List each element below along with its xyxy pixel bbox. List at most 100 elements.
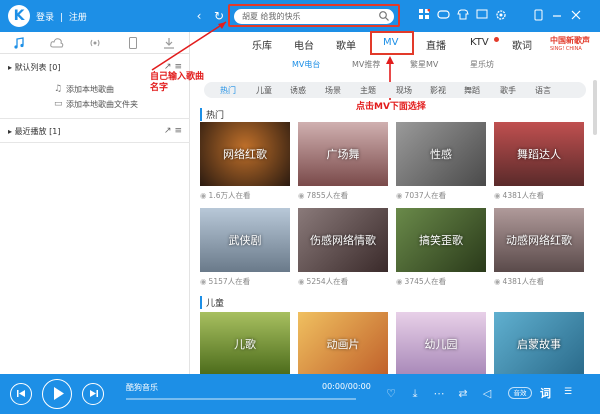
mv-thumbnail[interactable]: 动感网络红歌 xyxy=(494,208,584,272)
tab-lyrics[interactable]: 歌词 xyxy=(512,37,532,52)
mv-card[interactable]: 搞笑歪歌 ◉ 3745人在看 xyxy=(396,208,486,287)
eye-icon: ◉ xyxy=(396,191,403,200)
mv-card[interactable]: 广场舞 ◉ 7855人在看 xyxy=(298,122,388,201)
player-bar: 酷狗音乐 00:00/00:00 ♡ ⤓ ⋯ ⇄ ◁ 音效 词 ☰ xyxy=(0,374,600,414)
recent-play-header[interactable]: ▸ 最近播放 [1] ↗ ≡ xyxy=(0,124,190,140)
category-kids[interactable]: 儿童 xyxy=(256,85,272,96)
category-language[interactable]: 语言 xyxy=(535,85,551,96)
music-note-icon[interactable] xyxy=(12,37,26,51)
viewer-count: ◉ 1.6万人在看 xyxy=(200,191,251,200)
mv-card[interactable]: 动画片 xyxy=(298,312,388,376)
mv-thumbnail[interactable]: 启蒙故事 xyxy=(494,312,584,376)
subtab-mv-radio[interactable]: MV电台 xyxy=(292,59,320,70)
search-input[interactable]: 胡夏 给我的快乐 xyxy=(234,9,394,24)
mv-card[interactable]: 启蒙故事 xyxy=(494,312,584,376)
category-seductive[interactable]: 诱惑 xyxy=(290,85,306,96)
skin-icon[interactable] xyxy=(456,9,469,22)
subtab-xinglefang[interactable]: 星乐坊 xyxy=(470,59,494,70)
mv-card[interactable]: 动感网络红歌 ◉ 4381人在看 xyxy=(494,208,584,287)
tab-playlist[interactable]: 歌单 xyxy=(336,37,356,52)
divider xyxy=(0,142,190,143)
tab-ktv[interactable]: KTV xyxy=(470,37,489,48)
divider xyxy=(0,118,190,119)
category-singer[interactable]: 歌手 xyxy=(500,85,516,96)
download-icon[interactable]: ⤓ xyxy=(408,387,422,401)
playlist-icon[interactable]: ☰ xyxy=(564,387,572,397)
progress-bar[interactable] xyxy=(126,398,356,400)
kugou-logo[interactable]: K xyxy=(8,5,30,27)
mv-thumbnail[interactable]: 儿歌 xyxy=(200,312,290,376)
mv-card[interactable]: 武侠剧 ◉ 5157人在看 xyxy=(200,208,290,287)
next-track-button[interactable] xyxy=(82,383,104,405)
subtab-fanxing-mv[interactable]: 繁星MV xyxy=(410,59,438,70)
tab-mv[interactable]: MV xyxy=(383,37,398,48)
mv-card[interactable]: 舞蹈达人 ◉ 4381人在看 xyxy=(494,122,584,201)
window-controls xyxy=(532,9,582,25)
search-icon[interactable] xyxy=(378,10,390,22)
scrollbar[interactable] xyxy=(593,80,597,135)
category-theme[interactable]: 主题 xyxy=(360,85,376,96)
mv-thumbnail[interactable]: 伤感网络情歌 xyxy=(298,208,388,272)
radio-icon[interactable] xyxy=(88,37,102,51)
category-film[interactable]: 影视 xyxy=(430,85,446,96)
settings-icon[interactable] xyxy=(494,9,507,22)
share-icon[interactable]: ↗ xyxy=(164,126,172,136)
lyrics-toggle-button[interactable]: 词 xyxy=(540,385,551,401)
subtab-mv-recommend[interactable]: MV推荐 xyxy=(352,59,380,70)
mv-thumbnail[interactable]: 网络红歌 xyxy=(200,122,290,186)
mv-card-label: 启蒙故事 xyxy=(517,338,561,351)
mv-thumbnail[interactable]: 幼儿园 xyxy=(396,312,486,376)
eye-icon: ◉ xyxy=(494,191,501,200)
mv-thumbnail[interactable]: 广场舞 xyxy=(298,122,388,186)
eye-icon: ◉ xyxy=(298,191,305,200)
apps-icon[interactable] xyxy=(418,8,431,22)
register-link[interactable]: 注册 xyxy=(69,13,87,23)
mv-thumbnail[interactable]: 性感 xyxy=(396,122,486,186)
mini-mode-icon[interactable] xyxy=(532,9,544,25)
volume-icon[interactable]: ◁ xyxy=(480,387,494,400)
phone-icon[interactable] xyxy=(126,37,140,51)
section-title-hot: 热门 xyxy=(200,108,224,121)
mv-card-label: 动画片 xyxy=(326,338,360,351)
close-icon[interactable] xyxy=(570,9,582,25)
category-scene[interactable]: 场景 xyxy=(325,85,341,96)
mv-thumbnail[interactable]: 舞蹈达人 xyxy=(494,122,584,186)
loop-mode-icon[interactable]: ⇄ xyxy=(456,387,470,400)
cloud-icon[interactable] xyxy=(50,37,64,51)
sing-china-logo[interactable]: 中国新歌声 SING! CHINA xyxy=(550,37,590,53)
add-local-songs-link[interactable]: 添加本地歌曲 xyxy=(66,84,114,95)
message-icon[interactable] xyxy=(475,9,488,22)
menu-icon[interactable]: ≡ xyxy=(174,126,182,136)
mv-thumbnail[interactable]: 搞笑歪歌 xyxy=(396,208,486,272)
category-live[interactable]: 现场 xyxy=(396,85,412,96)
category-dance[interactable]: 舞蹈 xyxy=(464,85,480,96)
eye-icon: ◉ xyxy=(200,277,207,286)
sound-effect-button[interactable]: 音效 xyxy=(508,387,532,399)
play-button[interactable] xyxy=(42,379,72,409)
prev-track-button[interactable] xyxy=(10,383,32,405)
viewer-count: ◉ 4381人在看 xyxy=(494,191,545,200)
current-song-title: 酷狗音乐 xyxy=(126,383,158,392)
more-icon[interactable]: ⋯ xyxy=(432,387,446,400)
mv-card[interactable]: 儿歌 xyxy=(200,312,290,376)
heart-icon[interactable]: ♡ xyxy=(384,387,398,400)
category-hot[interactable]: 热门 xyxy=(220,85,236,96)
tab-radio[interactable]: 电台 xyxy=(294,37,314,52)
login-area: 登录 | 注册 xyxy=(36,10,90,23)
minimize-icon[interactable] xyxy=(551,9,563,25)
mv-thumbnail[interactable]: 动画片 xyxy=(298,312,388,376)
tab-library[interactable]: 乐库 xyxy=(252,37,272,52)
mv-card[interactable]: 伤感网络情歌 ◉ 5254人在看 xyxy=(298,208,388,287)
mv-card[interactable]: 性感 ◉ 7037人在看 xyxy=(396,122,486,201)
login-link[interactable]: 登录 xyxy=(36,13,54,23)
mv-thumbnail[interactable]: 武侠剧 xyxy=(200,208,290,272)
mv-card-label: 舞蹈达人 xyxy=(517,148,561,161)
tab-live[interactable]: 直播 xyxy=(426,37,446,52)
toolbar-icons xyxy=(418,8,507,23)
main-nav: 乐库 电台 歌单 MV 直播 KTV 歌词 中国新歌声 SING! CHINA xyxy=(190,31,600,55)
game-icon[interactable] xyxy=(437,9,450,22)
add-local-folder-link[interactable]: 添加本地歌曲文件夹 xyxy=(66,99,138,110)
mv-card[interactable]: 网络红歌 ◉ 1.6万人在看 xyxy=(200,122,290,201)
mv-card[interactable]: 幼儿园 xyxy=(396,312,486,376)
viewer-count: ◉ 5254人在看 xyxy=(298,277,349,286)
